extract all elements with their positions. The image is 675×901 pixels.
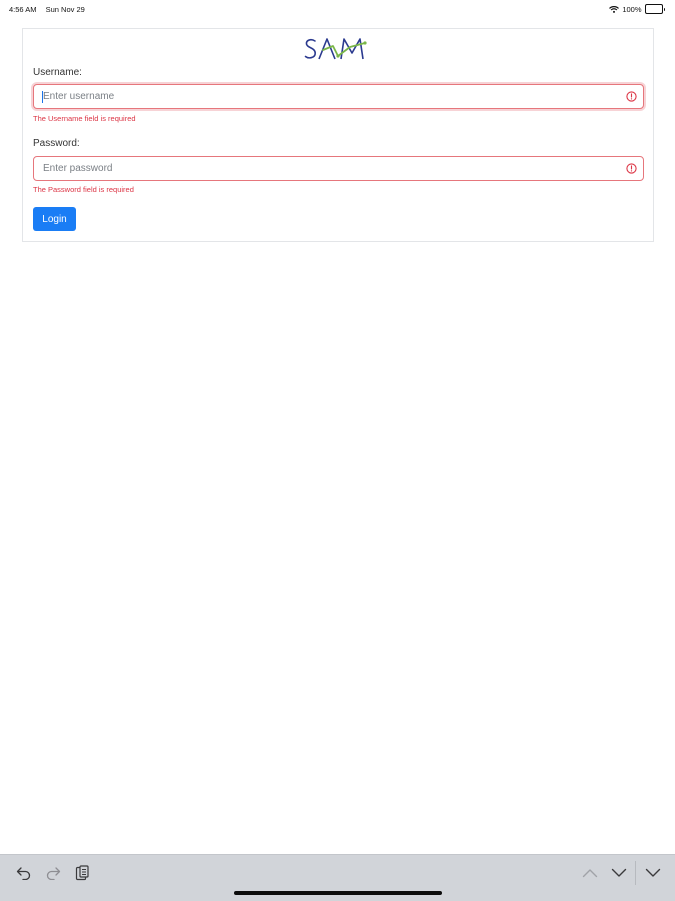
username-input[interactable]	[34, 85, 626, 108]
password-input[interactable]	[34, 157, 626, 180]
battery-percent: 100%	[622, 4, 642, 14]
status-right: 100%	[609, 4, 665, 14]
dismiss-keyboard-icon[interactable]	[643, 864, 663, 882]
status-time: 4:56 AM	[9, 5, 37, 14]
sam-logo	[304, 38, 367, 60]
password-error: The Password field is required	[33, 185, 134, 194]
toolbar-divider	[635, 861, 636, 885]
username-error: The Username field is required	[33, 114, 136, 123]
login-card: Username: The Username field is required…	[22, 28, 654, 242]
redo-icon[interactable]	[43, 864, 63, 882]
error-icon	[626, 163, 637, 174]
password-label: Password:	[33, 138, 80, 149]
undo-icon[interactable]	[14, 864, 34, 882]
battery-icon	[644, 4, 665, 14]
password-field[interactable]	[33, 156, 644, 181]
username-label: Username:	[33, 67, 82, 78]
status-bar: 4:56 AM Sun Nov 29 100%	[0, 0, 675, 18]
home-indicator	[234, 891, 442, 895]
chevron-down-icon[interactable]	[609, 864, 629, 882]
login-button[interactable]: Login	[33, 207, 76, 231]
status-left: 4:56 AM Sun Nov 29	[9, 5, 92, 14]
username-field[interactable]	[33, 84, 644, 109]
text-caret	[42, 91, 43, 103]
error-icon	[626, 91, 637, 102]
paste-icon[interactable]	[72, 864, 92, 882]
wifi-icon	[609, 5, 620, 13]
status-date: Sun Nov 29	[45, 5, 85, 14]
chevron-up-icon[interactable]	[580, 864, 600, 882]
